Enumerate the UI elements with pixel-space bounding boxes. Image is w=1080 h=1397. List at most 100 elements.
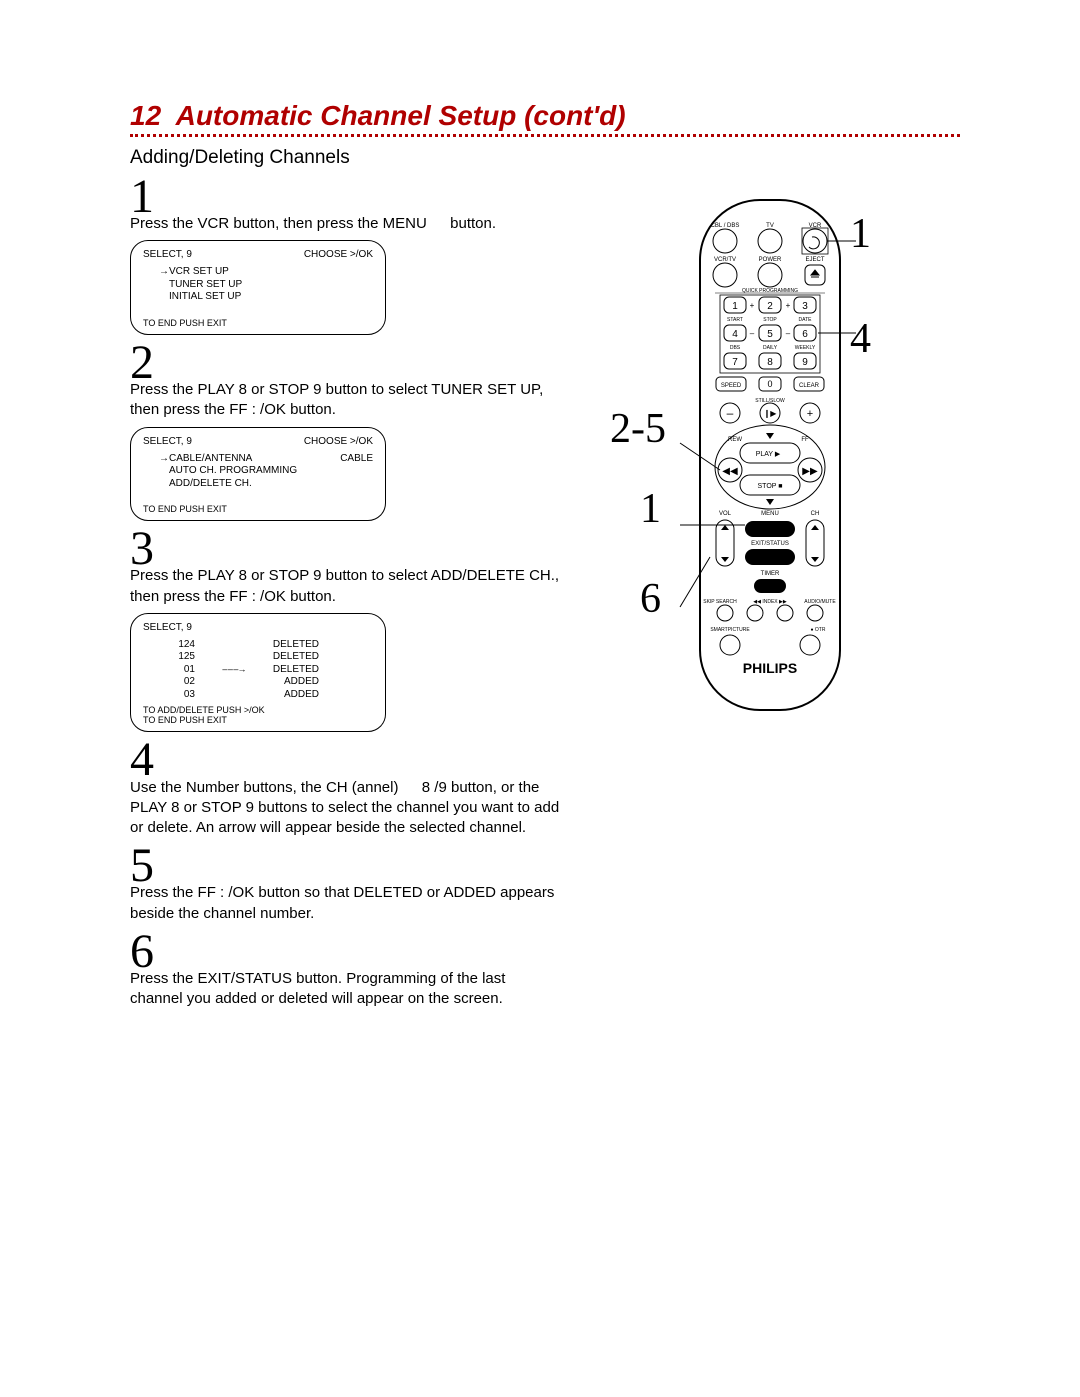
step-3-text: Press the PLAY 8 or STOP 9 button to sel… xyxy=(130,566,560,607)
svg-text:3: 3 xyxy=(802,301,808,312)
svg-text:8: 8 xyxy=(767,357,773,368)
svg-text:◀◀ INDEX ▶▶: ◀◀ INDEX ▶▶ xyxy=(753,599,787,605)
btn-index-r[interactable] xyxy=(777,605,793,621)
svg-text:–: – xyxy=(727,406,734,420)
osd3-st-4: ADDED xyxy=(284,689,319,702)
svg-text:● OTR: ● OTR xyxy=(811,627,826,633)
osd3-footer1: TO ADD/DELETE PUSH >/OK xyxy=(143,705,373,715)
btn-vcr[interactable] xyxy=(803,229,827,253)
osd1-choose: CHOOSE >/OK xyxy=(304,249,373,260)
page-number: 12 xyxy=(130,100,161,131)
osd3-ch-3: 02 xyxy=(159,676,195,689)
svg-text:+: + xyxy=(807,408,813,420)
manual-page: 12 Automatic Channel Setup (cont'd) Addi… xyxy=(0,0,1080,1397)
btn-smartpicture[interactable] xyxy=(720,635,740,655)
osd1-select: SELECT, 9 xyxy=(143,249,192,260)
svg-text:2: 2 xyxy=(767,301,773,312)
btn-exitstatus[interactable] xyxy=(745,549,795,565)
svg-text:DBS: DBS xyxy=(730,345,741,351)
osd-screen-2: SELECT, 9 CHOOSE >/OK →CABLE/ANTENNA CABL… xyxy=(130,427,386,522)
svg-text:0: 0 xyxy=(767,379,772,389)
osd3-st-1: DELETED xyxy=(273,651,319,664)
lbl-power: POWER xyxy=(759,257,782,263)
osd2-arrow-icon: → xyxy=(159,453,169,466)
svg-text:▶▶: ▶▶ xyxy=(802,466,818,477)
svg-text:+: + xyxy=(750,301,755,310)
osd3-st-0: DELETED xyxy=(273,639,319,652)
step-6: 6 Press the EXIT/STATUS button. Programm… xyxy=(130,930,560,1010)
lbl-cbldbs: CBL / DBS xyxy=(711,223,740,229)
btn-power[interactable] xyxy=(758,263,782,287)
svg-text:6: 6 xyxy=(802,329,808,340)
lbl-tv: TV xyxy=(766,223,774,229)
step-4-text: Use the Number buttons, the CH (annel) 8… xyxy=(130,778,560,839)
btn-tv[interactable] xyxy=(758,229,782,253)
svg-text:PLAY ▶: PLAY ▶ xyxy=(756,451,781,458)
osd3-select: SELECT, 9 xyxy=(143,622,192,633)
svg-text:SMARTPICTURE: SMARTPICTURE xyxy=(710,627,750,633)
brand-label: PHILIPS xyxy=(743,660,797,676)
step-1-number: 1 xyxy=(130,175,560,218)
osd2-l1a: CABLE/ANTENNA xyxy=(169,453,252,464)
btn-eject[interactable] xyxy=(805,265,825,285)
svg-text:START: START xyxy=(727,317,743,323)
osd3-st-3: ADDED xyxy=(284,676,319,689)
osd2-l3: ADD/DELETE CH. xyxy=(169,478,252,489)
btn-otr[interactable] xyxy=(800,635,820,655)
btn-menu[interactable] xyxy=(745,521,795,537)
osd3-footer2: TO END PUSH EXIT xyxy=(143,715,373,725)
btn-cbldbs[interactable] xyxy=(713,229,737,253)
svg-text:WEEKLY: WEEKLY xyxy=(795,345,816,351)
svg-text:+: + xyxy=(786,301,791,310)
svg-text:STOP ■: STOP ■ xyxy=(758,483,783,490)
osd2-l1b: CABLE xyxy=(340,453,373,466)
svg-text:STOP: STOP xyxy=(763,317,777,323)
osd2-select: SELECT, 9 xyxy=(143,436,192,447)
svg-text:CLEAR: CLEAR xyxy=(799,383,820,389)
svg-text:SKIP SEARCH: SKIP SEARCH xyxy=(703,599,737,605)
svg-text:TIMER: TIMER xyxy=(761,571,780,577)
step-3-number: 3 xyxy=(130,527,560,570)
lbl-quick: QUICK PROGRAMMING xyxy=(742,288,798,294)
svg-text:EXIT/STATUS: EXIT/STATUS xyxy=(751,541,789,547)
lbl-vcrtv: VCR/TV xyxy=(714,257,736,263)
svg-text:DATE: DATE xyxy=(799,317,813,323)
step-5-text: Press the FF : /OK button so that DELETE… xyxy=(130,883,560,924)
btn-skipsearch-l[interactable] xyxy=(717,605,733,621)
svg-text:◀◀: ◀◀ xyxy=(722,466,738,477)
osd2-l2: AUTO CH. PROGRAMMING xyxy=(169,465,297,476)
osd3-ch-4: 03 xyxy=(159,689,195,702)
title-row: 12 Automatic Channel Setup (cont'd) xyxy=(130,100,960,137)
osd1-item3: INITIAL SET UP xyxy=(169,291,241,302)
steps-column: 1 Press the VCR button, then press the M… xyxy=(130,175,560,1016)
step-6-text: Press the EXIT/STATUS button. Programmin… xyxy=(130,969,560,1010)
osd-screen-1: SELECT, 9 CHOOSE >/OK →VCR SET UP TUNER … xyxy=(130,240,386,335)
step-2-text: Press the PLAY 8 or STOP 9 button to sel… xyxy=(130,380,560,421)
svg-text:7: 7 xyxy=(732,357,738,368)
osd3-ch-1: 125 xyxy=(159,651,195,664)
remote-illustration: CBL / DBS TV VCR VCR/TV POWER EJECT xyxy=(580,195,860,725)
svg-text:MENU: MENU xyxy=(761,511,779,517)
osd1-arrow-icon: → xyxy=(159,266,169,279)
svg-text:FF: FF xyxy=(801,437,809,443)
svg-text:CH: CH xyxy=(811,511,820,517)
btn-index-l[interactable] xyxy=(747,605,763,621)
svg-text:–: – xyxy=(750,329,755,338)
content: 1 Press the VCR button, then press the M… xyxy=(130,175,960,1016)
svg-text:VOL: VOL xyxy=(719,511,732,517)
btn-vcrtv[interactable] xyxy=(713,263,737,287)
step-1: 1 Press the VCR button, then press the M… xyxy=(130,175,560,335)
btn-timer[interactable] xyxy=(754,579,786,593)
page-title: Automatic Channel Setup (cont'd) xyxy=(176,100,626,131)
osd3-st-2: DELETED xyxy=(273,664,319,677)
svg-text:–: – xyxy=(786,329,791,338)
osd2-choose: CHOOSE >/OK xyxy=(304,436,373,447)
svg-text:9: 9 xyxy=(802,357,808,368)
svg-text:REW: REW xyxy=(728,437,742,443)
step-5-number: 5 xyxy=(130,844,560,887)
btn-audiomute[interactable] xyxy=(807,605,823,621)
svg-text:DAILY: DAILY xyxy=(763,345,778,351)
osd2-footer: TO END PUSH EXIT xyxy=(143,504,373,514)
osd3-ch-2: 01 xyxy=(159,664,195,677)
step-1-text: Press the VCR button, then press the MEN… xyxy=(130,214,560,234)
